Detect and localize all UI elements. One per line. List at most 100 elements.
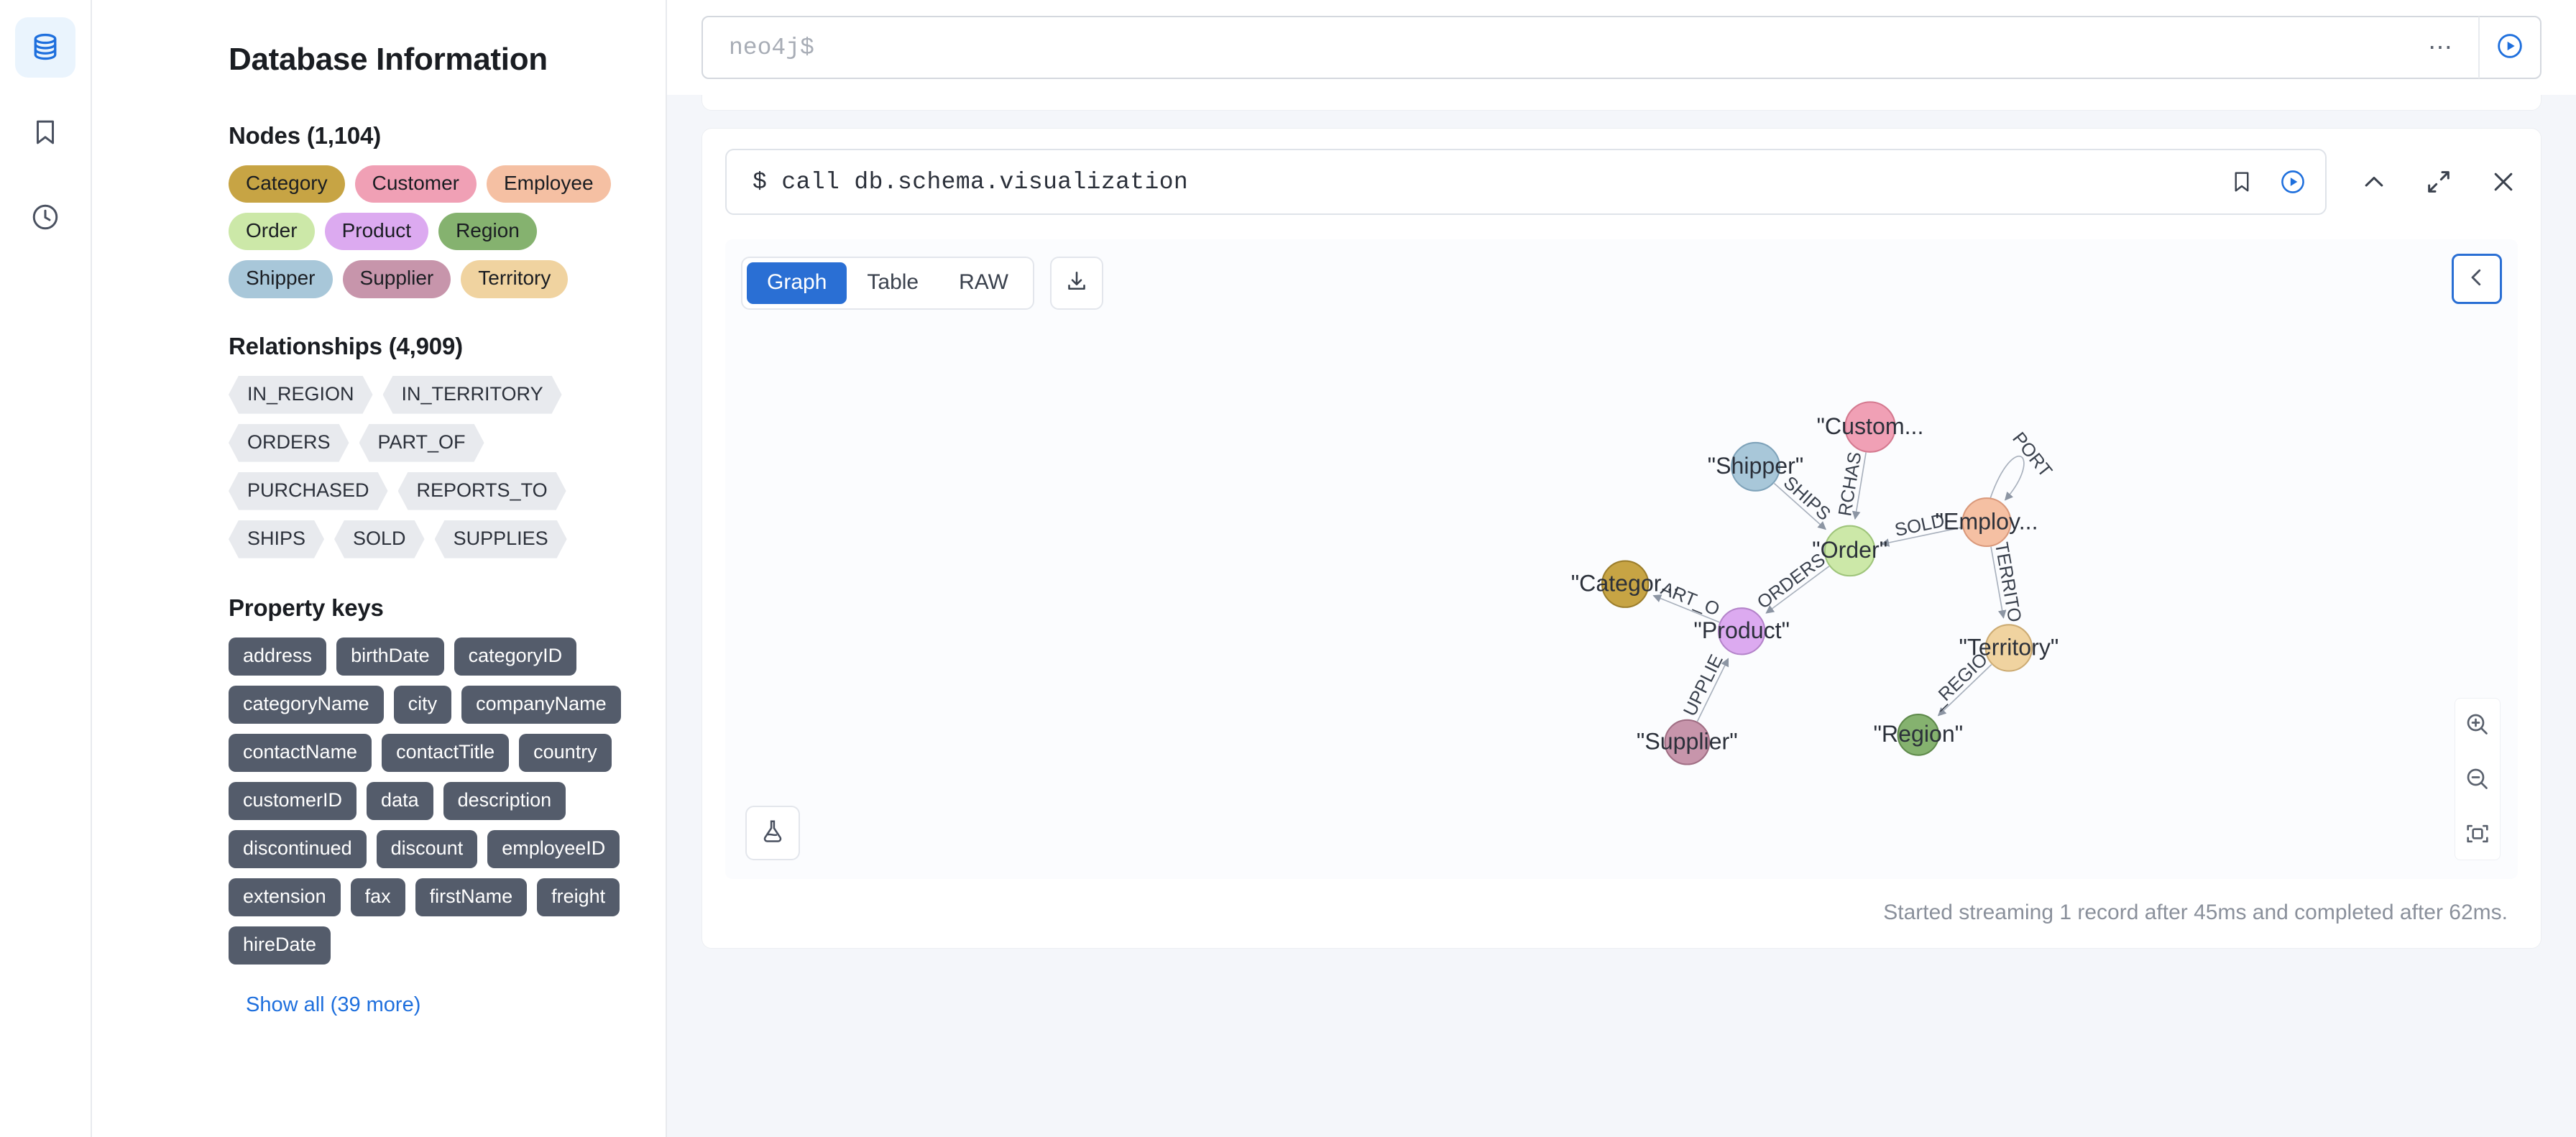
chevron-left-icon bbox=[2464, 264, 2490, 294]
property-key-list: address birthDate categoryID categoryName ci… bbox=[229, 637, 637, 965]
executed-query-box[interactable]: $ call db.schema.visualization bbox=[725, 149, 2327, 215]
flask-icon bbox=[759, 818, 786, 849]
relationship-type-chip[interactable]: IN_REGION bbox=[229, 376, 373, 414]
main-area: neo4j$ ⋯ $ call db.schema.visualization … bbox=[667, 0, 2576, 1137]
property-key-chip[interactable]: contactName bbox=[229, 733, 372, 772]
property-key-chip[interactable]: data bbox=[367, 781, 433, 820]
zoom-in-icon[interactable] bbox=[2459, 706, 2496, 743]
fit-to-screen-icon[interactable] bbox=[2459, 815, 2496, 852]
close-card-button[interactable] bbox=[2489, 167, 2518, 196]
property-key-chip[interactable]: extension bbox=[229, 878, 341, 916]
run-query-button[interactable] bbox=[2478, 17, 2540, 78]
node-label-chip[interactable]: Territory bbox=[461, 260, 569, 298]
legend-toggle-button[interactable] bbox=[745, 806, 800, 860]
property-key-chip[interactable]: city bbox=[393, 685, 452, 724]
property-key-chip[interactable]: address bbox=[229, 637, 327, 676]
property-key-chip[interactable]: hireDate bbox=[229, 926, 331, 965]
bookmark-icon bbox=[30, 117, 60, 147]
sidebar-item-database-information[interactable] bbox=[15, 17, 75, 78]
relationship-type-chip[interactable]: SHIPS bbox=[229, 520, 324, 558]
page-title: Database Information bbox=[229, 42, 548, 77]
property-key-chip[interactable]: employeeID bbox=[487, 829, 620, 868]
tab-table[interactable]: Table bbox=[847, 262, 939, 304]
graph-node[interactable]: "Region" bbox=[1874, 714, 1964, 756]
expand-card-button[interactable] bbox=[2424, 167, 2453, 196]
node-label-chip[interactable]: Shipper bbox=[229, 260, 333, 298]
database-icon bbox=[29, 32, 61, 63]
show-all-property-keys-link[interactable]: Show all (39 more) bbox=[246, 993, 420, 1017]
property-key-chip[interactable]: country bbox=[519, 733, 612, 772]
toggle-side-panel-button[interactable] bbox=[2452, 254, 2502, 304]
property-key-chip[interactable]: description bbox=[443, 781, 566, 820]
zoom-controls bbox=[2455, 698, 2501, 860]
property-key-chip[interactable]: discount bbox=[376, 829, 478, 868]
property-key-chip[interactable]: freight bbox=[537, 878, 620, 916]
property-key-chip[interactable]: customerID bbox=[229, 781, 357, 820]
graph-edge[interactable]: SHIPS bbox=[1773, 473, 1834, 530]
graph-node[interactable]: "Supplier" bbox=[1637, 719, 1738, 765]
node-label-chip[interactable]: Employee bbox=[487, 165, 611, 203]
graph-edge[interactable]: IN_REGION bbox=[890, 239, 1992, 717]
relationship-type-chip[interactable]: IN_TERRITORY bbox=[383, 376, 562, 414]
relationship-type-chip[interactable]: REPORTS_TO bbox=[398, 472, 566, 510]
graph-edge[interactable]: ORDERS bbox=[1754, 550, 1830, 614]
graph-node[interactable]: "Custom... bbox=[1816, 401, 1923, 453]
query-box-icons bbox=[2229, 168, 2325, 195]
collapse-card-button[interactable] bbox=[2360, 167, 2388, 196]
history-icon bbox=[30, 202, 60, 232]
graph-edges: PURCHASEDSHIPSSOLDREPORTS...IN_TERRITORY… bbox=[890, 239, 2056, 722]
relationship-type-chip[interactable]: SOLD bbox=[334, 520, 425, 558]
cypher-editor-placeholder: neo4j$ bbox=[729, 34, 814, 61]
edge-label: SUPPLIES bbox=[891, 239, 1727, 719]
relationship-type-chip[interactable]: SUPPLIES bbox=[435, 520, 567, 558]
node-label-chip[interactable]: Supplier bbox=[342, 260, 451, 298]
ellipsis-icon[interactable]: ⋯ bbox=[2404, 35, 2478, 60]
executed-query-text: $ call db.schema.visualization bbox=[753, 168, 1189, 195]
node-label-chip[interactable]: Order bbox=[229, 213, 315, 251]
node-label-chip[interactable]: Category bbox=[229, 165, 345, 203]
property-key-chip[interactable]: categoryID bbox=[454, 637, 577, 676]
graph-visualization[interactable]: Graph Table RAW RCHAS SHIPS SOLD PORT TE… bbox=[725, 239, 2518, 879]
node-label-chip[interactable]: Product bbox=[324, 213, 429, 251]
graph-edge[interactable]: SOLD bbox=[1880, 510, 1963, 547]
download-button[interactable] bbox=[1050, 257, 1103, 310]
property-key-chip[interactable]: firstName bbox=[415, 878, 528, 916]
relationship-type-chip[interactable]: ORDERS bbox=[229, 424, 349, 462]
sidebar-item-query-history[interactable] bbox=[15, 187, 75, 247]
results-scroll-area[interactable]: $ call db.schema.visualization Graph Tab… bbox=[667, 95, 2576, 1137]
graph-canvas[interactable]: PURCHASEDSHIPSSOLDREPORTS...IN_TERRITORY… bbox=[725, 239, 2518, 879]
zoom-out-icon[interactable] bbox=[2459, 760, 2496, 798]
sidebar-item-saved-cypher[interactable] bbox=[15, 102, 75, 162]
rerun-query-button[interactable] bbox=[2279, 168, 2306, 195]
cypher-editor[interactable]: neo4j$ ⋯ bbox=[702, 16, 2542, 79]
view-mode-toolbar: Graph Table RAW bbox=[741, 257, 1103, 310]
previous-result-card-partial bbox=[702, 95, 2542, 111]
result-card: $ call db.schema.visualization Graph Tab… bbox=[702, 128, 2542, 949]
node-label-chip[interactable]: Customer bbox=[354, 165, 477, 203]
cypher-editor-bar: neo4j$ ⋯ bbox=[667, 0, 2576, 95]
property-key-chip[interactable]: companyName bbox=[461, 685, 621, 724]
property-key-chip[interactable]: birthDate bbox=[336, 637, 444, 676]
property-keys-heading: Property keys bbox=[229, 594, 384, 621]
nodes-heading: Nodes (1,104) bbox=[229, 122, 381, 149]
relationship-type-list: IN_REGION IN_TERRITORY ORDERS PART_OF PURCHA… bbox=[229, 376, 637, 558]
graph-node[interactable]: "Categor... bbox=[1571, 560, 1680, 608]
relationship-type-chip[interactable]: PART_OF bbox=[359, 424, 484, 462]
edge-label: SHIPS bbox=[1780, 473, 1834, 525]
view-mode-tabs: Graph Table RAW bbox=[741, 257, 1034, 310]
relationship-type-chip[interactable]: PURCHASED bbox=[229, 472, 388, 510]
tab-raw[interactable]: RAW bbox=[939, 262, 1029, 304]
property-key-chip[interactable]: fax bbox=[350, 878, 405, 916]
result-card-actions bbox=[2327, 167, 2518, 196]
property-key-chip[interactable]: contactTitle bbox=[382, 733, 510, 772]
node-label-list: Category Customer Employee Order Product Regi… bbox=[229, 165, 637, 298]
result-card-header: $ call db.schema.visualization bbox=[725, 149, 2518, 215]
bookmark-icon[interactable] bbox=[2229, 169, 2255, 195]
node-label-chip[interactable]: Region bbox=[438, 213, 537, 251]
tab-graph[interactable]: Graph bbox=[747, 262, 847, 304]
graph-node[interactable]: "Employ... bbox=[1936, 497, 2038, 548]
property-key-chip[interactable]: categoryName bbox=[229, 685, 384, 724]
property-key-chip[interactable]: discontinued bbox=[229, 829, 367, 868]
edge-label: IN_REGION bbox=[890, 239, 1992, 713]
graph-edge[interactable]: SUPPLIES bbox=[891, 239, 1729, 722]
